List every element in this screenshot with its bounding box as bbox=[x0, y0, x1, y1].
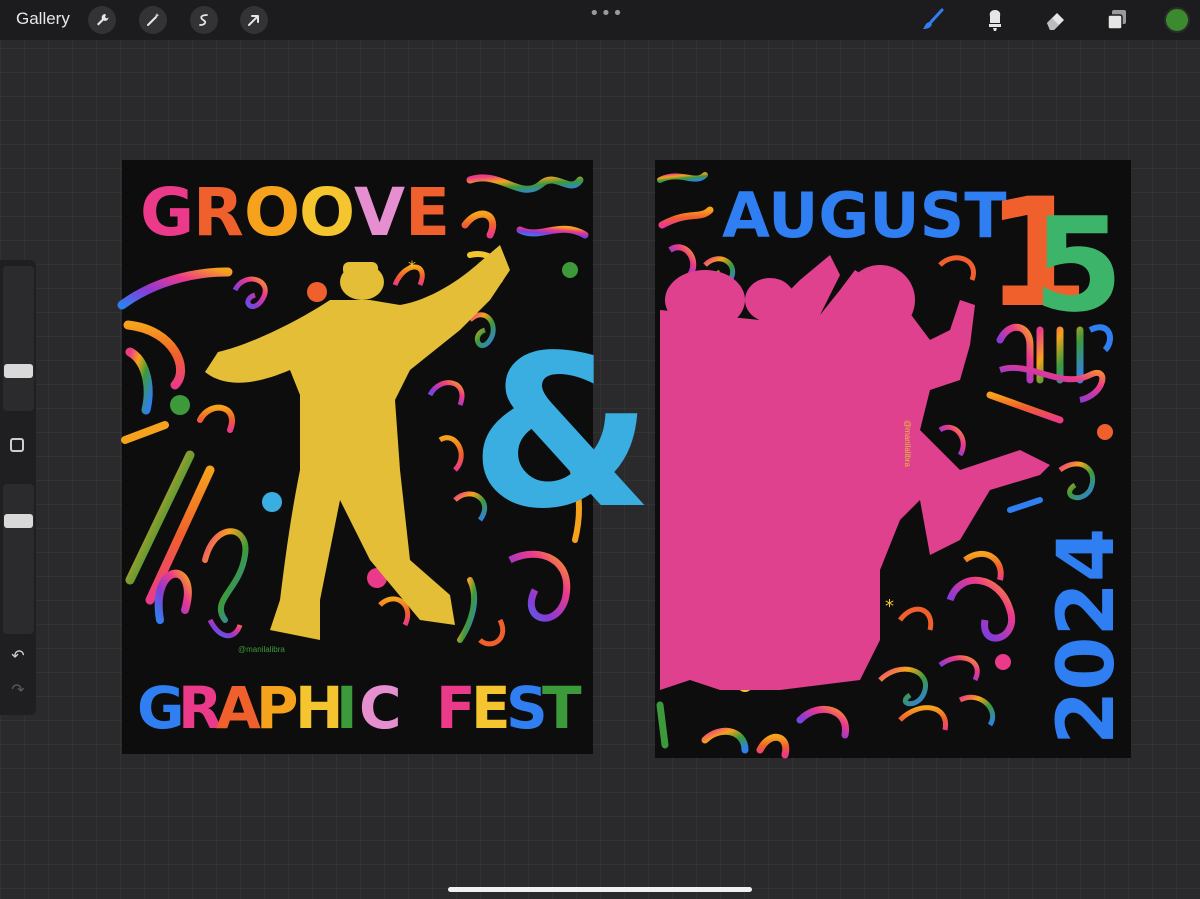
footer-letter: T bbox=[542, 674, 582, 742]
home-indicator[interactable] bbox=[448, 887, 752, 892]
left-poster: * & G R O O V E @manilalibra G R A P H I… bbox=[117, 160, 653, 754]
canvas[interactable]: * & G R O O V E @manilalibra G R A P H I… bbox=[0, 0, 1200, 899]
headline-letter: O bbox=[299, 174, 355, 251]
headline-letter: R bbox=[193, 174, 244, 251]
headline-letter: G bbox=[140, 174, 194, 251]
right-poster-month: AUGUST bbox=[722, 179, 1007, 252]
right-poster-day-second-digit: 5 bbox=[1033, 189, 1123, 341]
svg-text:*: * bbox=[885, 596, 894, 617]
left-poster-headline: G R O O V E bbox=[140, 174, 450, 251]
footer-letter: P bbox=[256, 674, 299, 742]
left-poster-footer: G R A P H I C F E S T bbox=[137, 674, 582, 742]
svg-text:*: * bbox=[408, 257, 416, 276]
footer-letter: I bbox=[336, 674, 358, 742]
headline-letter: V bbox=[354, 174, 405, 251]
headline-letter: E bbox=[405, 174, 450, 251]
left-poster-ampersand: & bbox=[470, 310, 653, 555]
footer-letter: A bbox=[216, 674, 261, 742]
headline-letter: O bbox=[244, 174, 300, 251]
footer-letter: E bbox=[471, 674, 511, 742]
footer-letter: C bbox=[359, 674, 402, 742]
right-poster-credit: @manilalibra bbox=[903, 420, 912, 467]
footer-letter: F bbox=[436, 674, 476, 742]
left-poster-credit: @manilalibra bbox=[238, 645, 285, 654]
right-poster-year: 2024 bbox=[1042, 528, 1132, 745]
right-poster: * @manilalibra AUGUST 1 5 2024 bbox=[655, 160, 1132, 759]
